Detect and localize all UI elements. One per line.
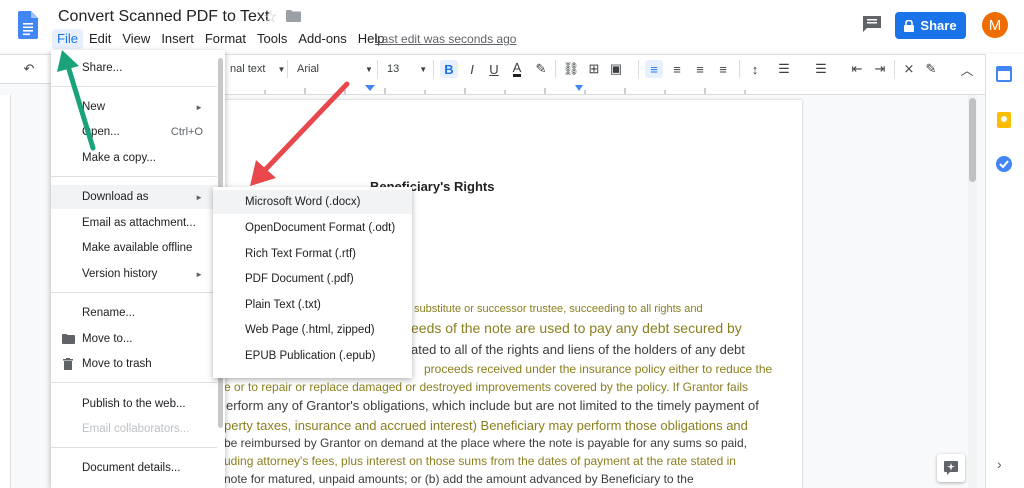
menu-item-open[interactable]: Open... Ctrl+O <box>51 120 217 144</box>
comments-icon[interactable] <box>862 15 882 33</box>
menu-file[interactable]: File <box>52 29 83 49</box>
scrollbar-thumb[interactable] <box>969 98 976 182</box>
bold-icon[interactable]: B <box>440 60 458 78</box>
download-html[interactable]: Web Page (.html, zipped) <box>213 318 412 342</box>
font-size-value: 13 <box>387 63 400 75</box>
document-line: ated to all of the rights and liens of t… <box>411 342 745 357</box>
justify-icon[interactable]: ≡ <box>714 60 732 78</box>
undo-icon[interactable]: ↶ <box>20 60 38 78</box>
editing-mode-icon[interactable]: ✎ <box>922 60 940 78</box>
document-line: be reimbursed by Grantor on demand at th… <box>224 436 747 450</box>
menu-item-make-offline[interactable]: Make available offline <box>51 236 217 260</box>
header-bar: Convert Scanned PDF to Text ☆ File Edit … <box>0 0 1024 52</box>
menu-item-version-history[interactable]: Version history ► <box>51 262 217 286</box>
download-odt[interactable]: OpenDocument Format (.odt) <box>213 216 412 240</box>
star-icon[interactable]: ☆ <box>263 7 277 27</box>
download-submenu: Microsoft Word (.docx) OpenDocument Form… <box>213 187 412 378</box>
calendar-icon[interactable] <box>996 66 1012 82</box>
decrease-indent-icon[interactable]: ⇤ <box>848 60 866 78</box>
style-value: nal text <box>230 63 266 75</box>
highlight-icon[interactable]: ✎ <box>532 60 550 78</box>
align-left-icon[interactable]: ≡ <box>645 60 663 78</box>
last-edit-link[interactable]: Last edit was seconds ago <box>375 32 516 46</box>
download-docx[interactable]: Microsoft Word (.docx) <box>213 190 412 214</box>
document-line: note for matured, unpaid amounts; or (b)… <box>224 472 694 486</box>
keep-icon[interactable] <box>997 112 1011 128</box>
align-center-icon[interactable]: ≡ <box>668 60 686 78</box>
lock-icon <box>904 19 915 32</box>
share-button[interactable]: Share <box>895 12 966 39</box>
menu-item-email-attachment[interactable]: Email as attachment... <box>51 211 217 235</box>
increase-indent-icon[interactable]: ⇥ <box>871 60 889 78</box>
submenu-arrow-icon: ► <box>195 102 203 112</box>
explore-icon <box>944 461 958 475</box>
menu-item-rename[interactable]: Rename... <box>51 301 217 325</box>
chevron-down-icon: ▼ <box>365 64 373 74</box>
collapse-toolbar-icon[interactable]: ︿ <box>958 60 976 78</box>
align-right-icon[interactable]: ≡ <box>691 60 709 78</box>
menu-insert[interactable]: Insert <box>156 29 199 49</box>
expand-panel-icon[interactable]: › <box>997 456 1002 472</box>
underline-icon[interactable]: U <box>485 60 503 78</box>
download-txt[interactable]: Plain Text (.txt) <box>213 293 412 317</box>
document-line: substitute or successor trustee, succeed… <box>414 303 703 315</box>
menu-tools[interactable]: Tools <box>252 29 292 49</box>
bulleted-list-icon[interactable]: ☰ <box>812 60 830 78</box>
menu-item-share[interactable]: Share... <box>51 56 217 80</box>
document-line: perty taxes, insurance and accrued inter… <box>224 418 748 433</box>
vertical-ruler[interactable] <box>0 95 11 488</box>
share-label: Share <box>920 18 957 33</box>
docs-logo-icon[interactable] <box>18 11 38 39</box>
folder-icon[interactable] <box>286 10 301 22</box>
horizontal-ruler[interactable] <box>225 82 985 95</box>
folder-icon <box>62 334 75 344</box>
clear-formatting-icon[interactable]: ⨯ <box>900 60 918 78</box>
file-menu: Share... New ► Open... Ctrl+O Make a copy.… <box>51 50 225 488</box>
tasks-icon[interactable] <box>996 156 1012 172</box>
italic-icon[interactable]: I <box>463 60 481 78</box>
checklist-icon[interactable]: ☰ <box>775 60 793 78</box>
menu-item-make-copy[interactable]: Make a copy... <box>51 146 217 170</box>
menu-item-new[interactable]: New ► <box>51 95 217 119</box>
style-select[interactable]: nal text ▼ <box>230 55 285 83</box>
menu-item-publish[interactable]: Publish to the web... <box>51 392 217 416</box>
download-pdf[interactable]: PDF Document (.pdf) <box>213 267 412 291</box>
line-spacing-icon[interactable]: ↕ <box>746 60 764 78</box>
text-color-icon[interactable]: A <box>508 60 526 78</box>
document-line: e or to repair or replace damaged or des… <box>224 380 749 394</box>
side-panel: › <box>985 54 1024 488</box>
submenu-arrow-icon: ► <box>195 192 203 202</box>
insert-image-icon[interactable]: ▣ <box>607 60 625 78</box>
menu-view[interactable]: View <box>117 29 155 49</box>
document-line: uding attorney's fees, plus interest on … <box>224 454 736 468</box>
chevron-down-icon: ▼ <box>277 64 286 74</box>
font-size-select[interactable]: 13 ▼ <box>387 55 427 83</box>
document-line: proceeds received under the insurance po… <box>424 362 773 376</box>
font-select[interactable]: Arial ▼ <box>297 55 373 83</box>
menu-format[interactable]: Format <box>200 29 251 49</box>
menu-item-move-to[interactable]: Move to... <box>51 327 217 351</box>
document-title[interactable]: Convert Scanned PDF to Text <box>58 8 269 26</box>
download-rtf[interactable]: Rich Text Format (.rtf) <box>213 242 412 266</box>
avatar[interactable]: M <box>982 12 1008 38</box>
submenu-arrow-icon: ► <box>195 269 203 279</box>
document-line: eeds of the note are used to pay any deb… <box>411 320 742 336</box>
insert-comment-icon[interactable]: ⊞ <box>585 60 603 78</box>
menu-item-download-as[interactable]: Download as ► <box>51 185 217 209</box>
explore-button[interactable] <box>937 454 965 482</box>
link-icon[interactable]: ⛓ <box>562 60 580 78</box>
menu-item-email-collaborators: Email collaborators... <box>82 423 190 435</box>
document-line: erform any of Grantor's obligations, whi… <box>226 398 759 413</box>
chevron-down-icon: ▼ <box>419 64 428 74</box>
menu-item-document-details[interactable]: Document details... <box>51 456 217 480</box>
menu-item-move-trash[interactable]: Move to trash <box>51 352 217 376</box>
trash-icon <box>63 358 73 370</box>
font-value: Arial <box>297 63 320 75</box>
menu-bar: File Edit View Insert Format Tools Add-o… <box>52 29 391 49</box>
download-epub[interactable]: EPUB Publication (.epub) <box>213 344 412 368</box>
menu-addons[interactable]: Add-ons <box>293 29 351 49</box>
menu-edit[interactable]: Edit <box>84 29 116 49</box>
